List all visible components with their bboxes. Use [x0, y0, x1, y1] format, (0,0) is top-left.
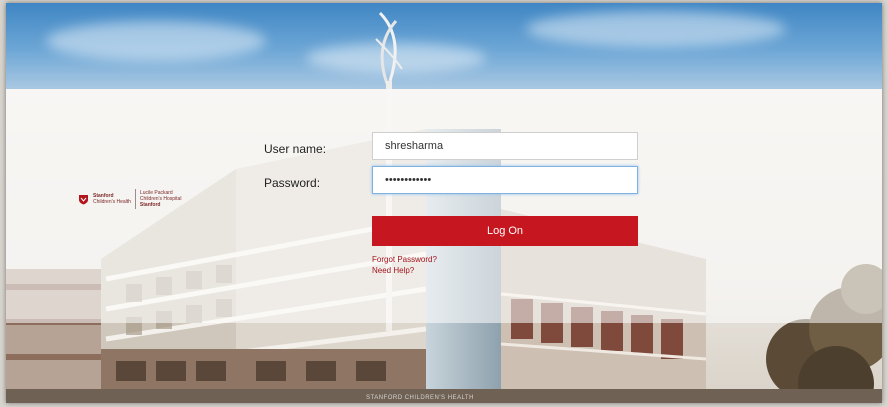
username-label: User name:: [264, 142, 327, 156]
logo-text-right: Lucile Packard Children's Hospital Stanf…: [140, 190, 182, 208]
logo-separator: [134, 189, 136, 209]
username-input[interactable]: shresharma: [372, 132, 638, 160]
sky-background: [6, 3, 882, 89]
logo-text-left: Stanford Children's Health: [93, 193, 131, 205]
stanford-childrens-logo: Stanford Children's Health Lucile Packar…: [78, 189, 181, 209]
forgot-password-link[interactable]: Forgot Password?: [372, 255, 437, 264]
shield-icon: [79, 194, 88, 204]
password-input[interactable]: ••••••••••••: [372, 166, 638, 194]
logo-line-stanford-2: Stanford: [139, 202, 161, 208]
logo-line-childrens-health: Children's Health: [93, 199, 131, 205]
password-label: Password:: [264, 176, 321, 190]
log-on-button[interactable]: Log On: [372, 216, 638, 246]
footer-watermark: STANFORD CHILDREN'S HEALTH: [366, 395, 474, 401]
login-page: Stanford Children's Health Lucile Packar…: [6, 3, 882, 403]
need-help-link[interactable]: Need Help?: [372, 266, 414, 275]
